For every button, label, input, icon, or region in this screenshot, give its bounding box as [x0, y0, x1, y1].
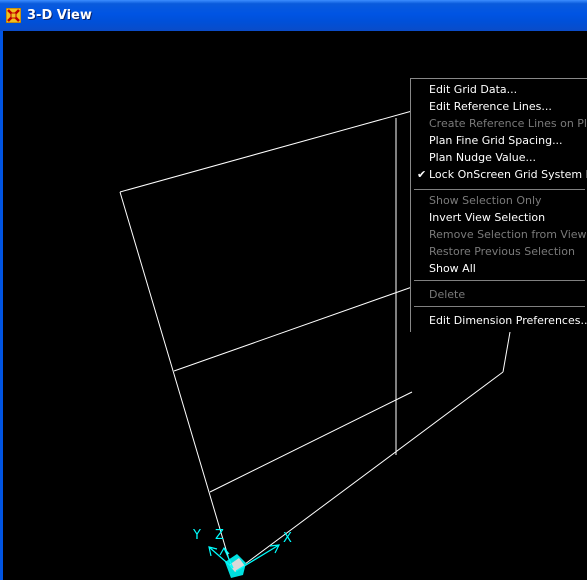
menu-item-create-reference-lines[interactable]: Create Reference Lines on Plan	[411, 115, 587, 132]
menu-item-show-all[interactable]: Show All	[411, 260, 587, 277]
grid-line	[209, 391, 413, 493]
grid-line	[173, 286, 413, 372]
menu-separator	[414, 280, 585, 281]
menu-item-edit-grid-data[interactable]: Edit Grid Data...	[411, 81, 587, 98]
menu-separator	[414, 189, 585, 190]
title-bar[interactable]: 3-D View	[0, 0, 587, 32]
grid-line	[502, 331, 511, 373]
y-axis-line	[208, 546, 234, 569]
menu-separator	[414, 306, 585, 307]
menu-item-show-selection-only[interactable]: Show Selection Only	[411, 192, 587, 209]
z-axis-label: Z	[215, 528, 224, 543]
menu-item-edit-reference-lines[interactable]: Edit Reference Lines...	[411, 98, 587, 115]
x-axis-label: X	[283, 531, 292, 546]
menu-item-delete[interactable]: Delete	[411, 286, 587, 303]
menu-item-invert-view-selection[interactable]: Invert View Selection	[411, 209, 587, 226]
menu-item-edit-dimension-preferences[interactable]: Edit Dimension Preferences...	[411, 312, 587, 329]
3d-view-window: 3-D View X Y Z Edit Grid Data... Edit Re…	[0, 0, 587, 580]
menu-item-restore-previous-selection[interactable]: Restore Previous Selection	[411, 243, 587, 260]
axis-triad: X Y Z	[192, 528, 292, 578]
menu-item-plan-nudge-value[interactable]: Plan Nudge Value...	[411, 149, 587, 166]
menu-item-lock-onscreen-grid[interactable]: ✔ Lock OnScreen Grid System Edit	[411, 166, 587, 183]
grid-line	[232, 371, 504, 574]
menu-item-plan-fine-grid-spacing[interactable]: Plan Fine Grid Spacing...	[411, 132, 587, 149]
grid-line	[119, 110, 413, 193]
x-axis-line	[235, 544, 280, 572]
sap-app-icon	[6, 8, 21, 23]
checkmark-icon: ✔	[417, 168, 427, 181]
menu-item-remove-selection-from-view[interactable]: Remove Selection from View	[411, 226, 587, 243]
window-title: 3-D View	[27, 8, 92, 23]
context-menu: Edit Grid Data... Edit Reference Lines..…	[410, 78, 587, 332]
y-axis-label: Y	[192, 528, 201, 543]
grid-line	[119, 191, 234, 574]
